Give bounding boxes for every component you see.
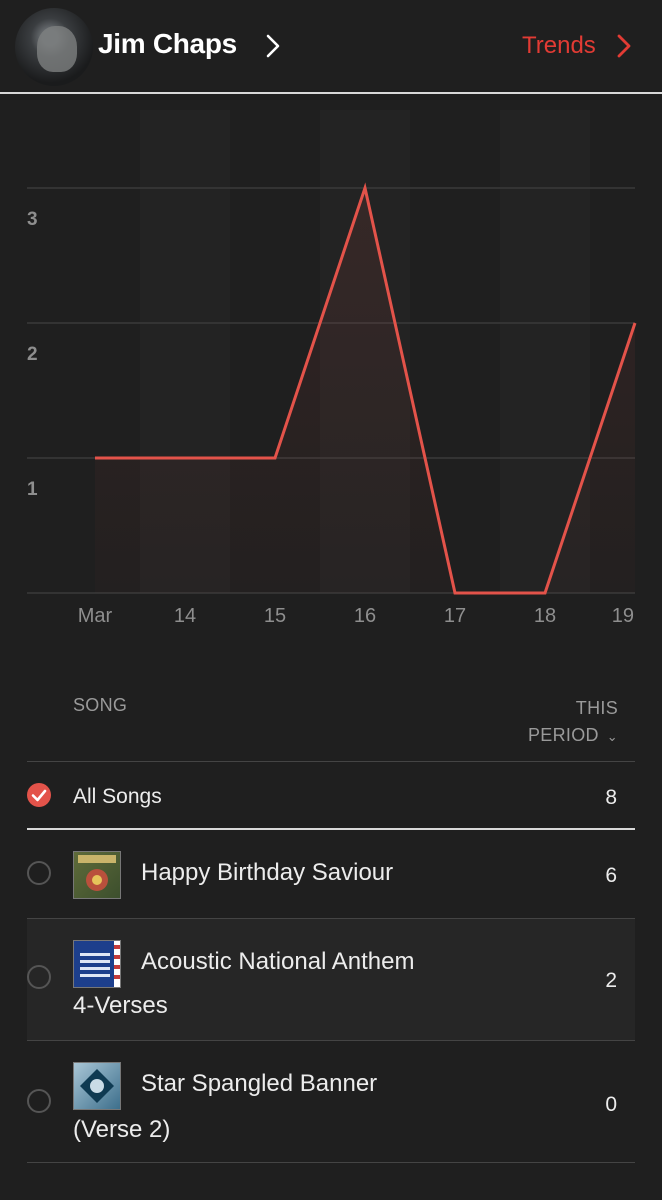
chevron-right-icon[interactable]: [266, 34, 280, 58]
x-tick-label: 19: [612, 605, 634, 627]
song-row[interactable]: Star Spangled Banner (Verse 2) 0: [27, 1041, 635, 1162]
divider: [27, 1162, 635, 1163]
x-tick-label: 16: [354, 605, 376, 627]
x-tick-label: Mar: [78, 605, 113, 627]
chevron-down-icon: ⌄: [606, 729, 618, 744]
song-title-line2: (Verse 2): [73, 1116, 171, 1143]
radio-icon[interactable]: [27, 1089, 51, 1113]
song-row[interactable]: Acoustic National Anthem 4-Verses 2: [27, 919, 635, 1040]
song-title: Happy Birthday Saviour: [141, 859, 394, 886]
song-title-line2: 4-Verses: [73, 992, 168, 1019]
song-title: Acoustic National Anthem: [141, 948, 415, 975]
x-tick-label: 15: [264, 605, 286, 627]
all-songs-row[interactable]: All Songs 8: [27, 762, 635, 828]
song-title: Star Spangled Banner: [141, 1070, 378, 1097]
y-tick-label: 2: [27, 344, 38, 365]
x-tick-label: 14: [174, 605, 196, 627]
header-divider: [0, 92, 662, 94]
period-header-line1: THIS: [575, 698, 618, 718]
album-art-icon: [73, 940, 121, 988]
all-songs-label: All Songs: [73, 785, 162, 808]
artist-avatar[interactable]: [15, 8, 93, 86]
trends-link[interactable]: Trends: [522, 32, 596, 60]
artist-name[interactable]: Jim Chaps: [98, 28, 237, 60]
song-row[interactable]: Happy Birthday Saviour 6: [27, 830, 635, 918]
y-tick-label: 3: [27, 209, 38, 230]
radio-icon[interactable]: [27, 861, 51, 885]
trends-chevron-icon[interactable]: [617, 34, 631, 58]
x-tick-label: 18: [534, 605, 556, 627]
song-count: 2: [605, 969, 617, 992]
song-column-header[interactable]: SONG: [73, 695, 127, 716]
x-tick-label: 17: [444, 605, 466, 627]
all-songs-count: 8: [605, 786, 617, 809]
header: Jim Chaps Trends: [0, 0, 662, 92]
album-art-icon: [73, 1062, 121, 1110]
song-count: 0: [605, 1093, 617, 1116]
album-art-icon: [73, 851, 121, 899]
period-header-line2: PERIOD: [527, 725, 599, 745]
radio-icon[interactable]: [27, 965, 51, 989]
y-tick-label: 1: [27, 479, 38, 500]
checkmark-icon[interactable]: [27, 783, 51, 807]
song-count: 6: [605, 864, 617, 887]
period-column-header[interactable]: THIS PERIOD ⌄: [528, 695, 618, 750]
plays-line-chart: 1 2 3 Mar 14 15 16 17 18 19: [27, 110, 637, 627]
